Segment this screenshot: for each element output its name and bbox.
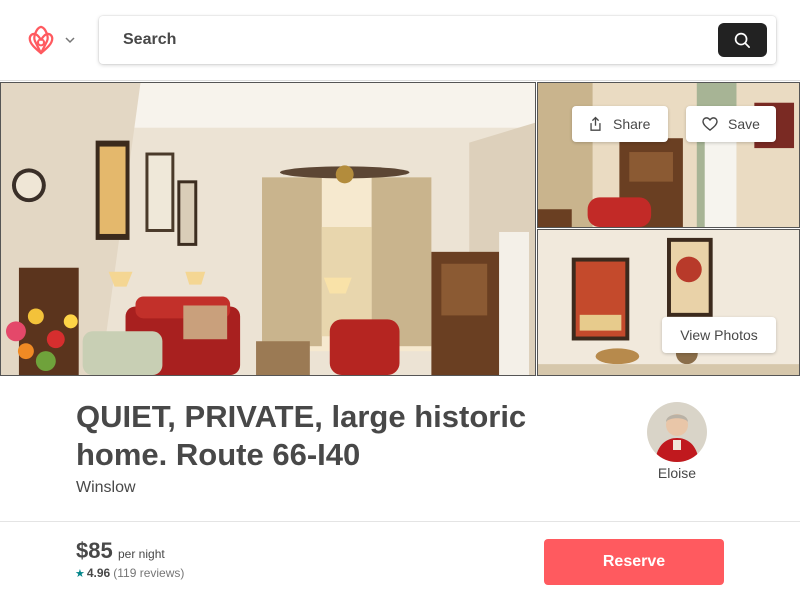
share-button[interactable]: Share (572, 106, 668, 142)
save-label: Save (728, 116, 760, 132)
rating-score: 4.96 (86, 566, 111, 580)
search-icon (734, 32, 750, 48)
per-night-label: per night (118, 547, 165, 561)
star-icon: ★ (75, 567, 85, 580)
photo-gallery: Share Save View Photos (0, 80, 800, 376)
heart-icon (702, 117, 718, 131)
view-photos-label: View Photos (680, 327, 758, 343)
nightly-price: $85 (76, 538, 113, 563)
save-button[interactable]: Save (686, 106, 776, 142)
top-right-photo[interactable] (537, 82, 800, 228)
review-count: (119 reviews) (113, 566, 185, 580)
main-photo[interactable] (0, 82, 536, 376)
listing-title: QUIET, PRIVATE, large historic home. Rou… (76, 399, 527, 472)
chevron-down-icon[interactable] (64, 33, 76, 45)
airbnb-logo-icon[interactable] (26, 24, 56, 56)
host-name: Eloise (657, 465, 697, 481)
bottom-right-photo[interactable] (537, 229, 800, 376)
view-photos-button[interactable]: View Photos (662, 317, 776, 353)
booking-bar: $85 per night ★ 4.96 (119 reviews) Reser… (0, 521, 800, 600)
listing-location[interactable]: Winslow (76, 479, 136, 497)
rating-summary[interactable]: ★ 4.96 (119 reviews) (75, 566, 184, 580)
host-avatar[interactable] (647, 402, 707, 462)
reserve-button[interactable]: Reserve (544, 539, 724, 585)
search-button[interactable] (718, 23, 767, 57)
share-icon (590, 116, 601, 131)
partially-hidden-text (76, 512, 166, 520)
search-bar (99, 16, 776, 64)
search-input[interactable] (123, 28, 703, 52)
header (0, 0, 800, 80)
share-label: Share (613, 116, 651, 132)
